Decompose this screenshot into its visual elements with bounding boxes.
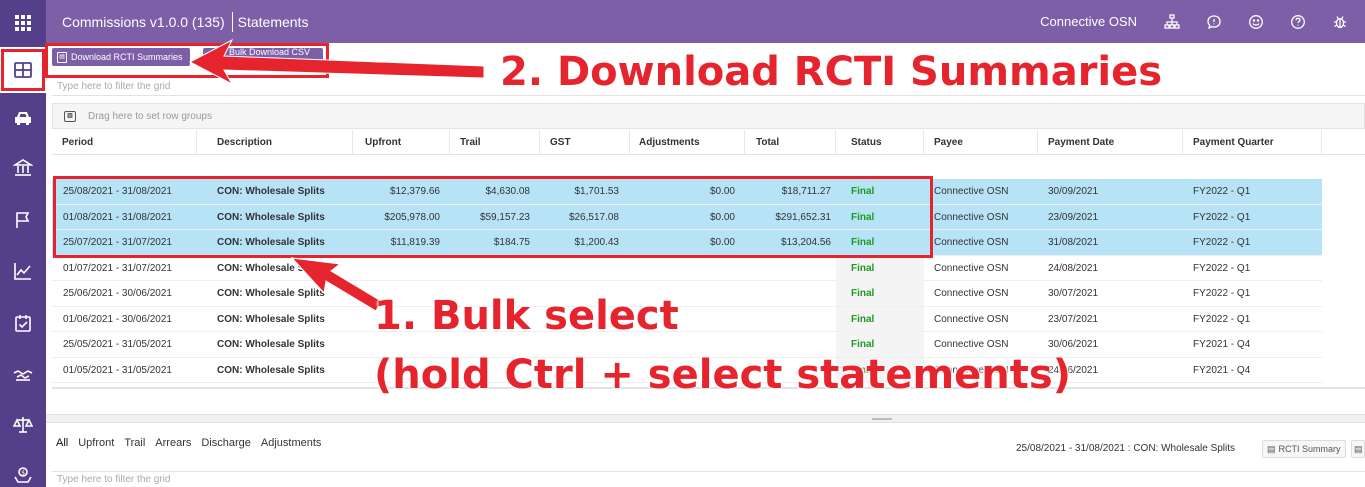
user-name[interactable]: Connective OSN xyxy=(1040,14,1137,29)
cell-payment-date: 31/08/2021 xyxy=(1048,237,1099,248)
cell-payment-quarter: FY2021 - Q4 xyxy=(1193,339,1251,350)
cell-period: 01/05/2021 - 31/05/2021 xyxy=(63,364,172,376)
table-row[interactable]: 01/07/2021 - 31/07/2021 CON: Wholesale S… xyxy=(52,255,1322,281)
help-icon[interactable] xyxy=(1277,0,1319,43)
annotation-step-1: 1. Bulk select xyxy=(374,293,679,339)
column-header-payee[interactable]: Payee xyxy=(924,130,1038,155)
column-header-period[interactable]: Period xyxy=(52,130,197,155)
column-header-total[interactable]: Total xyxy=(746,130,836,155)
breadcrumb-separator xyxy=(231,11,233,32)
bug-icon[interactable] xyxy=(1319,0,1361,43)
cell-description: CON: Wholesale Splits xyxy=(217,364,325,376)
column-header-upfront[interactable]: Upfront xyxy=(355,130,450,155)
cell-payee: Connective OSN xyxy=(934,262,1009,274)
tab-adjustments[interactable]: Adjustments xyxy=(261,437,322,449)
cell-payment-quarter: FY2022 - Q1 xyxy=(1193,211,1251,223)
cell-payee: Connective OSN xyxy=(934,211,1009,223)
rcti-summary-button[interactable]: ▤ RCTI Summary xyxy=(1262,440,1346,458)
cell-payment-quarter: FY2022 - Q1 xyxy=(1193,262,1251,274)
row-group-panel[interactable]: ▥ Drag here to set row groups xyxy=(52,103,1365,129)
header-actions: Connective OSN xyxy=(1040,0,1365,43)
tab-arrears[interactable]: Arrears xyxy=(155,437,191,449)
bank-icon[interactable] xyxy=(0,145,46,191)
tab-upfront[interactable]: Upfront xyxy=(78,437,114,449)
rcti-summary-label: RCTI Summary xyxy=(1278,444,1341,454)
panel-splitter[interactable] xyxy=(46,414,1365,423)
detail-filter-input[interactable] xyxy=(52,471,1365,487)
annotation-box-toolbar xyxy=(45,43,329,78)
annotation-box-selected-rows xyxy=(53,176,933,258)
smiley-icon[interactable] xyxy=(1235,0,1277,43)
column-header-description[interactable]: Description xyxy=(207,130,353,155)
cell-description: CON: Wholesale Splits xyxy=(217,313,325,325)
svg-text:$: $ xyxy=(21,470,25,477)
tab-trail[interactable]: Trail xyxy=(124,437,145,449)
cell-payment-date: 23/09/2021 xyxy=(1048,211,1099,223)
grid-header: Period Description Upfront Trail GST Adj… xyxy=(52,130,1365,155)
cell-payment-quarter: FY2022 - Q1 xyxy=(1193,237,1251,248)
column-header-payment-date[interactable]: Payment Date xyxy=(1038,130,1183,155)
cell-payment-date: 30/07/2021 xyxy=(1048,288,1099,299)
column-header-gst[interactable]: GST xyxy=(540,130,630,155)
row-group-icon: ▥ xyxy=(64,110,76,122)
cell-payment-quarter: FY2022 - Q1 xyxy=(1193,288,1251,299)
apps-grid-icon[interactable] xyxy=(0,0,46,46)
annotation-step-1-detail: (hold Ctrl + select statements) xyxy=(374,352,1071,398)
cell-status: Final xyxy=(836,306,924,332)
cell-payee: Connective OSN xyxy=(934,186,1009,197)
cell-period: 01/06/2021 - 30/06/2021 xyxy=(63,313,172,325)
cell-status: Final xyxy=(836,255,924,281)
app-title: Commissions v1.0.0 (135) xyxy=(62,13,225,30)
detail-tabs: All Upfront Trail Arrears Discharge Adju… xyxy=(56,437,331,449)
selected-statement-label: 25/08/2021 - 31/08/2021 : CON: Wholesale… xyxy=(1016,443,1236,454)
cell-payment-quarter: FY2022 - Q1 xyxy=(1193,313,1251,325)
cell-payment-quarter: FY2021 - Q4 xyxy=(1193,364,1251,376)
cell-payment-quarter: FY2022 - Q1 xyxy=(1193,186,1251,197)
cell-payment-date: 24/08/2021 xyxy=(1048,262,1099,274)
cell-description: CON: Wholesale Splits xyxy=(217,262,325,274)
chat-icon[interactable] xyxy=(1193,0,1235,43)
car-icon[interactable] xyxy=(0,95,46,141)
calendar-check-icon[interactable] xyxy=(0,300,46,346)
handshake-icon[interactable] xyxy=(0,352,46,398)
cell-period: 25/06/2021 - 30/06/2021 xyxy=(63,288,172,299)
cell-payee: Connective OSN xyxy=(934,313,1009,325)
cell-period: 01/07/2021 - 31/07/2021 xyxy=(63,262,172,274)
column-header-trail[interactable]: Trail xyxy=(450,130,540,155)
column-header-payment-quarter[interactable]: Payment Quarter xyxy=(1183,130,1322,155)
tab-all[interactable]: All xyxy=(56,437,68,449)
splitter-grip-icon[interactable] xyxy=(872,418,892,420)
row-group-hint: Drag here to set row groups xyxy=(88,110,212,122)
cell-status: Final xyxy=(836,281,924,306)
table-row[interactable]: 01/06/2021 - 30/06/2021 CON: Wholesale S… xyxy=(52,306,1322,332)
breadcrumb-statements[interactable]: Statements xyxy=(238,14,309,30)
scales-icon[interactable] xyxy=(0,402,46,448)
annotation-box-nav xyxy=(1,49,45,91)
column-header-status[interactable]: Status xyxy=(841,130,924,155)
flag-icon[interactable] xyxy=(0,197,46,243)
document-icon: ▤ xyxy=(1267,443,1276,454)
cell-payment-date: 30/09/2021 xyxy=(1048,186,1099,197)
money-hand-icon[interactable]: $ xyxy=(0,452,46,487)
app-header: Commissions v1.0.0 (135) Statements Conn… xyxy=(46,0,1365,43)
cell-period: 25/05/2021 - 31/05/2021 xyxy=(63,339,172,350)
cell-payee: Connective OSN xyxy=(934,237,1009,248)
tab-discharge[interactable]: Discharge xyxy=(201,437,251,449)
annotation-step-2: 2. Download RCTI Summaries xyxy=(500,49,1163,95)
cell-description: CON: Wholesale Splits xyxy=(217,339,325,350)
table-row[interactable]: 25/06/2021 - 30/06/2021 CON: Wholesale S… xyxy=(52,281,1322,307)
trend-chart-icon[interactable] xyxy=(0,248,46,294)
cell-payment-date: 23/07/2021 xyxy=(1048,313,1099,325)
cell-description: CON: Wholesale Splits xyxy=(217,288,325,299)
cell-payee: Connective OSN xyxy=(934,288,1009,299)
column-header-adjustments[interactable]: Adjustments xyxy=(629,130,745,155)
org-chart-icon[interactable] xyxy=(1151,0,1193,43)
export-icon[interactable]: ▤ xyxy=(1351,440,1365,458)
